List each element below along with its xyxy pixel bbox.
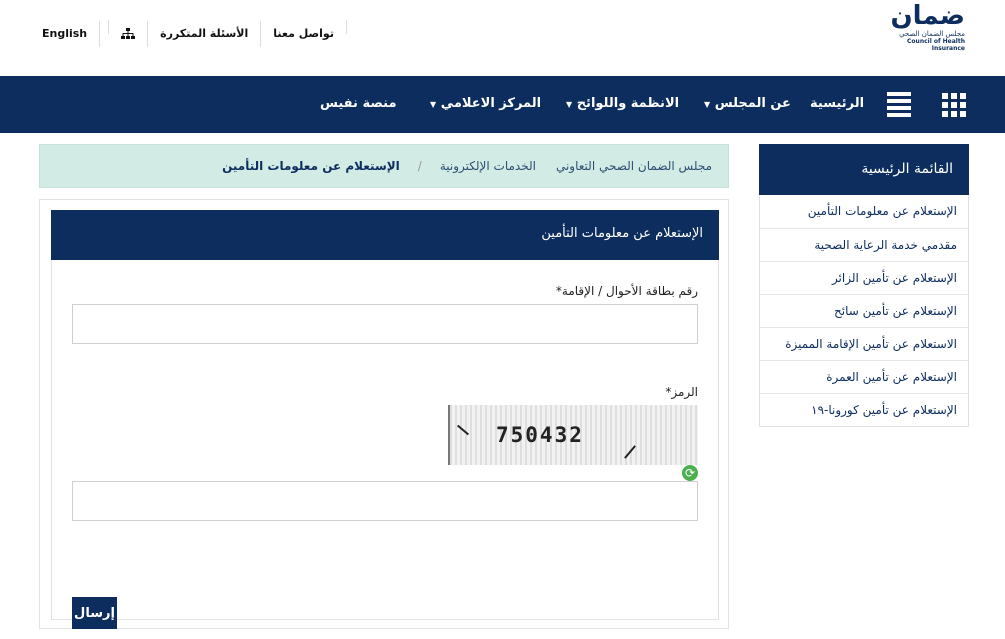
sidebar-item-covid19-insurance[interactable]: الإستعلام عن تأمين كورونا-١٩: [760, 393, 968, 426]
nav-media-center-label: المركز الاعلامي: [440, 96, 542, 111]
nav-about[interactable]: ▼ عن المجلس: [698, 76, 791, 133]
breadcrumb-section[interactable]: الخدمات الإلكترونية: [440, 159, 536, 173]
apps-grid-icon[interactable]: [942, 93, 968, 117]
captcha-image: 750432: [448, 405, 698, 465]
chevron-down-icon: ▼: [566, 100, 573, 109]
sidebar-item-umrah-insurance[interactable]: الإستعلام عن تأمين العمرة: [760, 360, 968, 393]
captcha-input[interactable]: [72, 481, 698, 521]
sidebar-item-healthcare-providers[interactable]: مقدمي خدمة الرعاية الصحية: [760, 228, 968, 261]
divider: [99, 21, 101, 47]
id-number-input[interactable]: [72, 304, 698, 344]
captcha-code: 750432: [496, 423, 584, 447]
nav-regulations[interactable]: ▼ الانظمة واللوائح: [560, 76, 679, 133]
main-navbar: الرئيسية ▼ عن المجلس ▼ الانظمة واللوائح …: [0, 76, 1005, 133]
contact-link[interactable]: تواصل معنا: [261, 20, 346, 48]
nav-regulations-label: الانظمة واللوائح: [576, 96, 680, 111]
id-number-label: رقم بطاقة الأحوال / الإقامة*: [555, 284, 698, 298]
sidebar-item-insurance-info[interactable]: الإستعلام عن معلومات التأمين: [760, 195, 968, 228]
chevron-down-icon: ▼: [430, 100, 437, 109]
nav-nafis-platform[interactable]: منصة نفيس: [320, 76, 397, 133]
nav-media-center[interactable]: ▼ المركز الاعلامي: [424, 76, 541, 133]
form-panel: الإستعلام عن معلومات التأمين رقم بطاقة ا…: [39, 199, 729, 629]
breadcrumb-current: الإستعلام عن معلومات التأمين: [222, 159, 400, 173]
form-title: الإستعلام عن معلومات التأمين: [51, 210, 719, 260]
nav-about-label: عن المجلس: [714, 96, 791, 111]
faq-link[interactable]: الأسئلة المتكررة: [148, 20, 260, 48]
breadcrumb-home[interactable]: مجلس الضمان الصحي التعاوني: [556, 159, 712, 173]
sidebar-list: الإستعلام عن معلومات التأمين مقدمي خدمة …: [759, 195, 969, 427]
breadcrumb: مجلس الضمان الصحي التعاوني الخدمات الإلك…: [39, 144, 729, 188]
sidebar-title: القائمة الرئيسية: [759, 144, 969, 195]
logo-subtitle-ar: مجلس الضمان الصحي: [899, 30, 965, 38]
form-body: رقم بطاقة الأحوال / الإقامة* الرمز* 7504…: [51, 260, 719, 629]
divider: [345, 20, 347, 34]
top-header: ضمان مجلس الضمان الصحي Council of Health…: [0, 0, 1005, 76]
sitemap-link[interactable]: [109, 20, 147, 48]
language-link[interactable]: English: [30, 20, 99, 48]
sitemap-icon: [121, 28, 136, 39]
sidebar-item-visitor-insurance[interactable]: الإستعلام عن تأمين الزائر: [760, 261, 968, 294]
breadcrumb-separator: /: [417, 159, 422, 173]
chevron-down-icon: ▼: [704, 100, 711, 109]
nav-home-label: الرئيسية: [810, 96, 865, 111]
council-logo[interactable]: ضمان مجلس الضمان الصحي Council of Health…: [875, 1, 965, 52]
sidebar-item-premium-residency-insurance[interactable]: الاستعلام عن تأمين الإقامة المميزة: [760, 327, 968, 360]
nav-nafis-label: منصة نفيس: [320, 96, 397, 111]
logo-subtitle-en: Council of Health Insurance: [907, 38, 965, 52]
sidebar-item-tourist-insurance[interactable]: الإستعلام عن تأمين سائح: [760, 294, 968, 327]
sidebar: القائمة الرئيسية الإستعلام عن معلومات ال…: [759, 144, 969, 427]
refresh-captcha-icon[interactable]: ⟳: [682, 465, 698, 481]
submit-button[interactable]: إرسال: [72, 597, 117, 629]
logo-text: ضمان: [890, 1, 965, 31]
nav-home[interactable]: الرئيسية: [810, 76, 864, 133]
menu-list-icon[interactable]: [887, 92, 911, 118]
captcha-label: الرمز*: [665, 385, 698, 399]
top-links: English الأسئلة المتكررة تواصل معنا: [30, 20, 347, 48]
